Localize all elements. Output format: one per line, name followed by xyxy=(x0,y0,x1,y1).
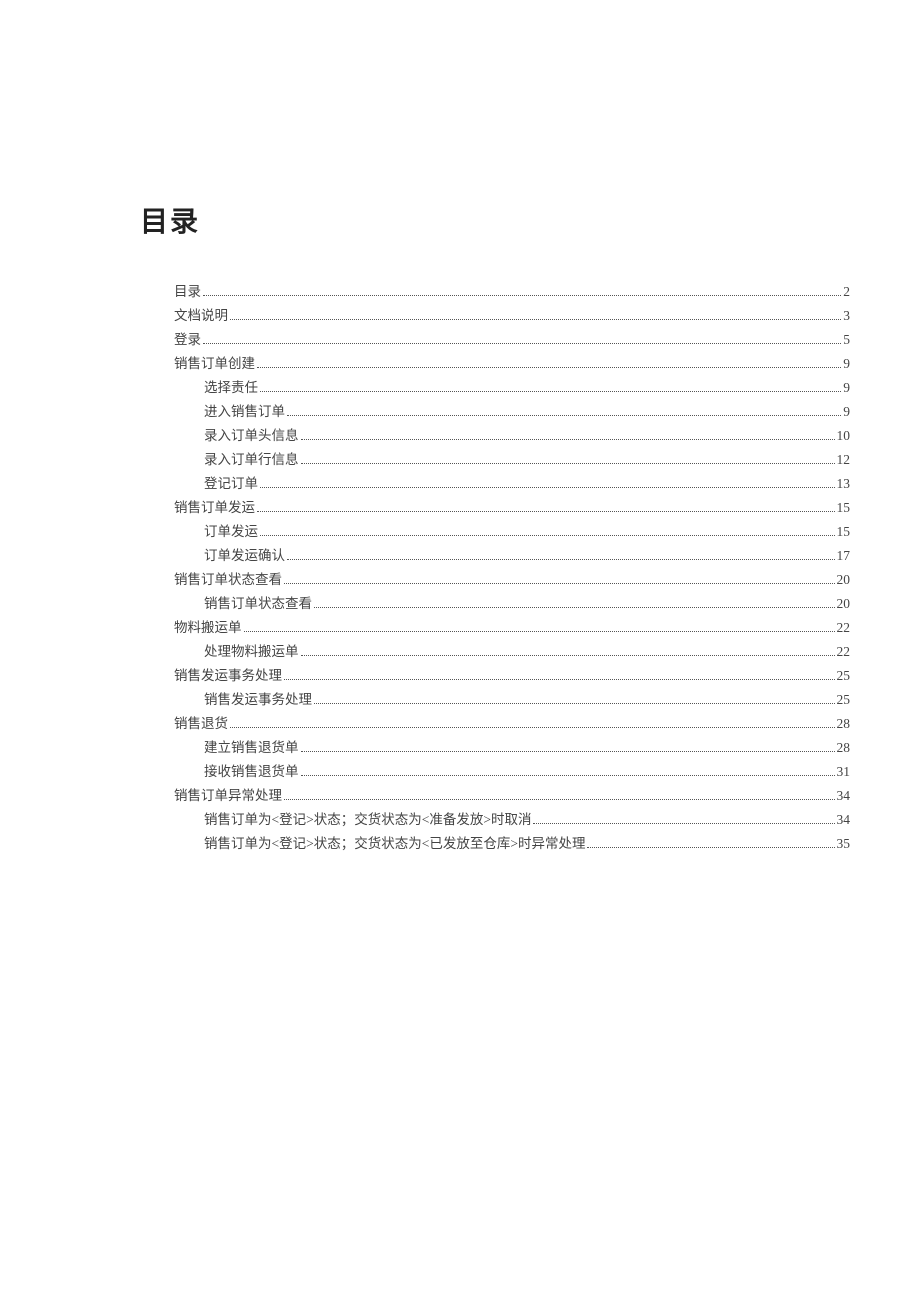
page-title: 目录 xyxy=(140,200,850,240)
toc-leader-dots xyxy=(260,523,835,536)
toc-entry-page: 9 xyxy=(843,400,850,424)
toc-entry-page: 13 xyxy=(837,472,851,496)
toc-leader-dots xyxy=(230,307,841,320)
toc-entry-page: 28 xyxy=(837,736,851,760)
toc-entry[interactable]: 进入销售订单 9 xyxy=(174,400,850,424)
toc-entry[interactable]: 文档说明 3 xyxy=(174,304,850,328)
toc-entry[interactable]: 销售订单为<登记>状态；交货状态为<已发放至仓库>时异常处理 35 xyxy=(174,832,850,856)
toc-entry-label: 销售订单状态查看 xyxy=(204,592,312,616)
toc-entry-label: 接收销售退货单 xyxy=(204,760,299,784)
toc-leader-dots xyxy=(257,499,835,512)
toc-entry-label: 销售发运事务处理 xyxy=(174,664,282,688)
toc-leader-dots xyxy=(203,283,841,296)
toc-entry-page: 25 xyxy=(837,688,851,712)
toc-leader-dots xyxy=(301,763,835,776)
toc-leader-dots xyxy=(314,595,835,608)
toc-entry[interactable]: 销售订单异常处理 34 xyxy=(174,784,850,808)
toc-entry-label: 录入订单头信息 xyxy=(204,424,299,448)
toc-entry[interactable]: 销售发运事务处理 25 xyxy=(174,688,850,712)
toc-leader-dots xyxy=(284,787,835,800)
toc-entry-label: 选择责任 xyxy=(204,376,258,400)
toc-entry[interactable]: 登录 5 xyxy=(174,328,850,352)
toc-entry-label: 销售退货 xyxy=(174,712,228,736)
toc-entry-page: 17 xyxy=(837,544,851,568)
toc-entry-label: 销售订单发运 xyxy=(174,496,255,520)
toc-leader-dots xyxy=(587,835,834,848)
toc-entry-page: 10 xyxy=(837,424,851,448)
toc-leader-dots xyxy=(301,451,835,464)
toc-entry-page: 28 xyxy=(837,712,851,736)
toc-leader-dots xyxy=(230,715,835,728)
toc-leader-dots xyxy=(301,427,835,440)
toc-entry-label: 文档说明 xyxy=(174,304,228,328)
toc-leader-dots xyxy=(244,619,835,632)
toc-entry[interactable]: 选择责任 9 xyxy=(174,376,850,400)
toc-leader-dots xyxy=(257,355,841,368)
toc-entry[interactable]: 销售订单创建 9 xyxy=(174,352,850,376)
toc-leader-dots xyxy=(301,643,835,656)
toc-entry-label: 订单发运 xyxy=(204,520,258,544)
toc-entry[interactable]: 销售退货 28 xyxy=(174,712,850,736)
toc-leader-dots xyxy=(260,379,841,392)
toc-entry-label: 目录 xyxy=(174,280,201,304)
toc-entry[interactable]: 处理物料搬运单 22 xyxy=(174,640,850,664)
toc-entry-page: 22 xyxy=(837,640,851,664)
toc-leader-dots xyxy=(314,691,835,704)
toc-entry-label: 销售订单异常处理 xyxy=(174,784,282,808)
toc-leader-dots xyxy=(284,571,835,584)
toc-entry-label: 销售订单状态查看 xyxy=(174,568,282,592)
toc-entry-label: 录入订单行信息 xyxy=(204,448,299,472)
toc-entry-label: 销售订单为<登记>状态；交货状态为<已发放至仓库>时异常处理 xyxy=(204,832,585,856)
toc-entry[interactable]: 销售订单状态查看 20 xyxy=(174,592,850,616)
toc-entry-page: 22 xyxy=(837,616,851,640)
toc-leader-dots xyxy=(301,739,835,752)
toc-entry-label: 登录 xyxy=(174,328,201,352)
toc-entry-label: 建立销售退货单 xyxy=(204,736,299,760)
toc-entry[interactable]: 录入订单头信息 10 xyxy=(174,424,850,448)
toc-entry-page: 12 xyxy=(837,448,851,472)
toc-entry[interactable]: 销售订单为<登记>状态；交货状态为<准备发放>时取消 34 xyxy=(174,808,850,832)
toc-leader-dots xyxy=(287,403,841,416)
toc-entry[interactable]: 订单发运 15 xyxy=(174,520,850,544)
toc-entry-label: 登记订单 xyxy=(204,472,258,496)
toc-leader-dots xyxy=(203,331,841,344)
toc-entry-page: 9 xyxy=(843,352,850,376)
toc-entry[interactable]: 接收销售退货单 31 xyxy=(174,760,850,784)
toc-entry[interactable]: 登记订单 13 xyxy=(174,472,850,496)
toc-entry-label: 销售发运事务处理 xyxy=(204,688,312,712)
toc-entry[interactable]: 物料搬运单 22 xyxy=(174,616,850,640)
toc-entry[interactable]: 订单发运确认 17 xyxy=(174,544,850,568)
document-page: 目录 目录2文档说明3登录5销售订单创建9选择责任9进入销售订单9录入订单头信息… xyxy=(0,0,920,856)
toc-entry-page: 15 xyxy=(837,496,851,520)
toc-leader-dots xyxy=(533,811,834,824)
toc-entry[interactable]: 销售发运事务处理 25 xyxy=(174,664,850,688)
toc-entry-page: 5 xyxy=(843,328,850,352)
toc-entry[interactable]: 录入订单行信息 12 xyxy=(174,448,850,472)
toc-entry-page: 34 xyxy=(837,784,851,808)
toc-entry[interactable]: 销售订单发运 15 xyxy=(174,496,850,520)
toc-entry-label: 销售订单创建 xyxy=(174,352,255,376)
toc-entry[interactable]: 销售订单状态查看 20 xyxy=(174,568,850,592)
toc-leader-dots xyxy=(284,667,835,680)
toc-entry-page: 15 xyxy=(837,520,851,544)
toc-leader-dots xyxy=(260,475,835,488)
toc-entry-page: 25 xyxy=(837,664,851,688)
toc-entry-page: 31 xyxy=(837,760,851,784)
toc-entry-label: 处理物料搬运单 xyxy=(204,640,299,664)
toc-entry-page: 20 xyxy=(837,592,851,616)
toc-entry-label: 销售订单为<登记>状态；交货状态为<准备发放>时取消 xyxy=(204,808,531,832)
toc-entry-page: 2 xyxy=(843,280,850,304)
toc-entry-page: 20 xyxy=(837,568,851,592)
toc-entry[interactable]: 目录 2 xyxy=(174,280,850,304)
toc-entry-label: 物料搬运单 xyxy=(174,616,242,640)
toc-entry-page: 9 xyxy=(843,376,850,400)
table-of-contents: 目录2文档说明3登录5销售订单创建9选择责任9进入销售订单9录入订单头信息10录… xyxy=(140,280,850,856)
toc-entry[interactable]: 建立销售退货单 28 xyxy=(174,736,850,760)
toc-entry-page: 34 xyxy=(837,808,851,832)
toc-entry-page: 3 xyxy=(843,304,850,328)
toc-entry-label: 进入销售订单 xyxy=(204,400,285,424)
toc-entry-label: 订单发运确认 xyxy=(204,544,285,568)
toc-leader-dots xyxy=(287,547,835,560)
toc-entry-page: 35 xyxy=(837,832,851,856)
